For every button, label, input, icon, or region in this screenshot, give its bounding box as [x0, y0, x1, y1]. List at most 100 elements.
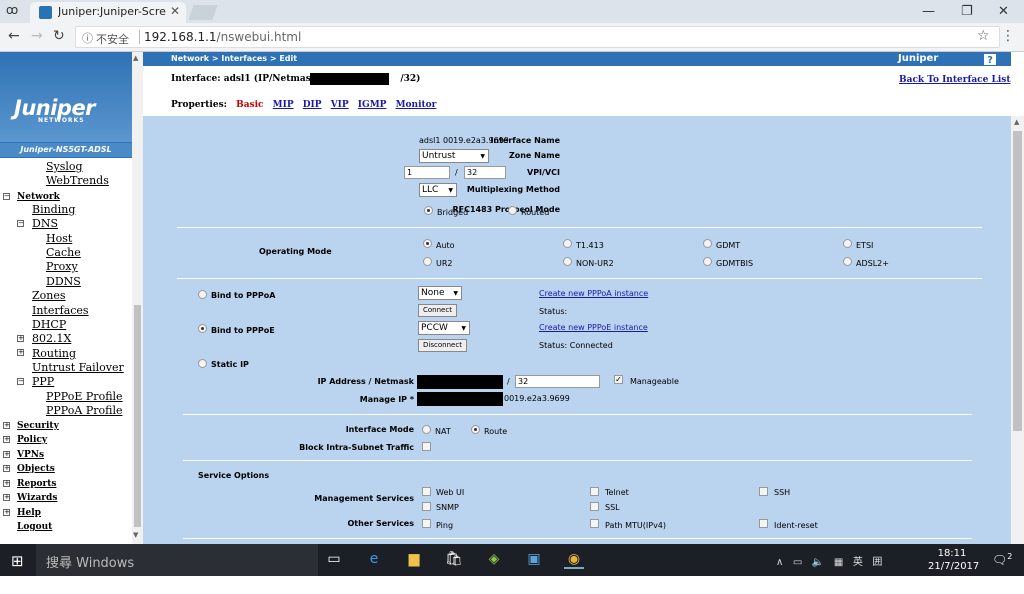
notification-icon[interactable]: 🗨2 — [992, 552, 1012, 567]
pppoe-select[interactable]: PCCW — [418, 321, 470, 335]
opmode-gdmt-radio[interactable] — [703, 239, 712, 248]
expand-icon[interactable]: + — [17, 349, 24, 356]
sidebar-item-dns[interactable]: DNS — [32, 217, 58, 230]
edge-icon[interactable]: e — [364, 551, 384, 569]
webui-checkbox[interactable] — [422, 487, 431, 496]
bridged-radio[interactable] — [424, 206, 433, 215]
bind-pppoe-radio[interactable] — [198, 324, 207, 333]
sidebar-item-wizards[interactable]: Wizards — [17, 492, 57, 505]
sidebar-item-objects[interactable]: Objects — [17, 463, 55, 476]
static-ip-radio[interactable] — [198, 359, 207, 368]
opmode-etsi-radio[interactable] — [843, 239, 852, 248]
sidebar-scrollbar[interactable]: ▲ ▼ — [132, 52, 143, 544]
sidebar-item-routing[interactable]: Routing — [32, 347, 76, 360]
minimize-icon[interactable]: — — [922, 4, 935, 19]
sidebar-item-ppp[interactable]: PPP — [32, 375, 54, 388]
reload-icon[interactable]: ↻ — [53, 28, 65, 44]
forward-icon[interactable]: → — [31, 28, 43, 44]
sidebar-item-security[interactable]: Security — [17, 420, 59, 433]
ssh-checkbox[interactable] — [759, 487, 768, 496]
sidebar-item-ddns[interactable]: DDNS — [46, 275, 81, 288]
mux-select[interactable]: LLC — [419, 183, 457, 197]
collapse-icon[interactable]: − — [3, 193, 10, 200]
sidebar-item-webtrends[interactable]: WebTrends — [46, 174, 109, 187]
info-icon[interactable]: ⓘ — [82, 30, 93, 46]
back-icon[interactable]: ← — [8, 28, 20, 44]
expand-icon[interactable]: + — [3, 436, 10, 443]
path-mtu-checkbox[interactable] — [590, 519, 599, 528]
chrome-icon[interactable]: ◉ — [564, 551, 584, 569]
bookmark-star-icon[interactable]: ☆ — [977, 28, 990, 44]
sidebar-item-proxy[interactable]: Proxy — [46, 260, 78, 273]
opmode-auto-radio[interactable] — [423, 239, 432, 248]
help-icon[interactable]: ? — [983, 53, 997, 66]
menu-icon[interactable]: ⋮ — [1001, 28, 1015, 44]
store-icon[interactable]: 🛍 — [444, 551, 464, 569]
expand-icon[interactable]: + — [3, 422, 10, 429]
collapse-icon[interactable]: − — [17, 378, 24, 385]
sidebar-item-policy[interactable]: Policy — [17, 434, 47, 447]
pppoa-select[interactable]: None — [418, 286, 462, 300]
tab-monitor[interactable]: Monitor — [396, 100, 437, 110]
sidebar-item-syslog[interactable]: Syslog — [46, 160, 83, 173]
scroll-up-icon[interactable]: ▲ — [133, 54, 138, 62]
sidebar-item-untrust-failover[interactable]: Untrust Failover — [32, 361, 124, 374]
ping-checkbox[interactable] — [422, 519, 431, 528]
scroll-thumb[interactable] — [134, 305, 141, 527]
opmode-t1413-radio[interactable] — [563, 239, 572, 248]
connect-button[interactable]: Connect — [418, 304, 457, 317]
tab-igmp[interactable]: IGMP — [358, 100, 387, 110]
taskbar-search[interactable]: 搜尋 Windows — [36, 544, 318, 576]
vci-input[interactable]: 32 — [464, 166, 506, 179]
snmp-checkbox[interactable] — [422, 502, 431, 511]
expand-icon[interactable]: + — [17, 335, 24, 342]
android-icon[interactable]: ◈ — [484, 551, 504, 569]
window-close-icon[interactable]: ✕ — [998, 4, 1009, 19]
disconnect-button[interactable]: Disconnect — [418, 339, 467, 352]
new-tab-button[interactable] — [188, 5, 218, 20]
netmask-input[interactable]: 32 — [515, 375, 600, 388]
opmode-nonur2-radio[interactable] — [563, 257, 572, 266]
scroll-up-icon[interactable]: ▲ — [1014, 118, 1019, 126]
browser-tab[interactable]: Juniper:Juniper-Screen ✕ — [30, 2, 186, 23]
sidebar-item-8021x[interactable]: 802.1X — [32, 332, 71, 345]
vpi-input[interactable]: 1 — [404, 166, 450, 179]
telnet-checkbox[interactable] — [590, 487, 599, 496]
route-radio[interactable] — [471, 425, 480, 434]
ime-indicator[interactable]: 英 — [853, 557, 863, 568]
sidebar-item-binding[interactable]: Binding — [32, 203, 75, 216]
task-view-icon[interactable]: ▭ — [324, 551, 344, 569]
sidebar-item-pppoe-profile[interactable]: PPPoE Profile — [46, 390, 123, 403]
opmode-adsl2plus-radio[interactable] — [843, 257, 852, 266]
nat-radio[interactable] — [422, 425, 431, 434]
sidebar-item-pppoa-profile[interactable]: PPPoA Profile — [46, 404, 122, 417]
windows-start-icon[interactable]: ⊞ — [11, 552, 24, 570]
tab-mip[interactable]: MIP — [273, 100, 294, 110]
sidebar-item-cache[interactable]: Cache — [46, 246, 81, 259]
sidebar-item-dhcp[interactable]: DHCP — [32, 318, 66, 331]
block-intra-subnet-checkbox[interactable] — [422, 442, 431, 451]
opmode-ur2-radio[interactable] — [423, 257, 432, 266]
tab-vip[interactable]: VIP — [331, 100, 349, 110]
expand-icon[interactable]: + — [3, 509, 10, 516]
clock[interactable]: 18:11 21/7/2017 — [928, 547, 979, 573]
routed-radio[interactable] — [508, 206, 517, 215]
back-to-interface-list-link[interactable]: Back To Interface List — [899, 75, 1010, 85]
create-pppoe-link[interactable]: Create new PPPoE instance — [539, 323, 648, 332]
main-scrollbar[interactable]: ▲ — [1011, 116, 1024, 544]
expand-icon[interactable]: + — [3, 494, 10, 501]
sidebar-item-vpns[interactable]: VPNs — [17, 449, 44, 462]
ssl-checkbox[interactable] — [590, 502, 599, 511]
app-window-icon[interactable]: ▣ — [524, 551, 544, 569]
zone-select[interactable]: Untrust — [419, 149, 489, 163]
scroll-down-icon[interactable]: ▼ — [133, 531, 138, 539]
manageable-checkbox[interactable]: ✓ — [614, 375, 623, 384]
sidebar-item-logout[interactable]: Logout — [17, 521, 52, 534]
tab-dip[interactable]: DIP — [303, 100, 322, 110]
address-bar[interactable]: ⓘ 不安全 192.168.1.1/nswebui.html — [75, 26, 1000, 48]
sidebar-item-reports[interactable]: Reports — [17, 478, 56, 491]
ident-reset-checkbox[interactable] — [759, 519, 768, 528]
sidebar-item-zones[interactable]: Zones — [32, 289, 66, 302]
expand-icon[interactable]: + — [3, 480, 10, 487]
create-pppoa-link[interactable]: Create new PPPoA instance — [539, 289, 648, 298]
